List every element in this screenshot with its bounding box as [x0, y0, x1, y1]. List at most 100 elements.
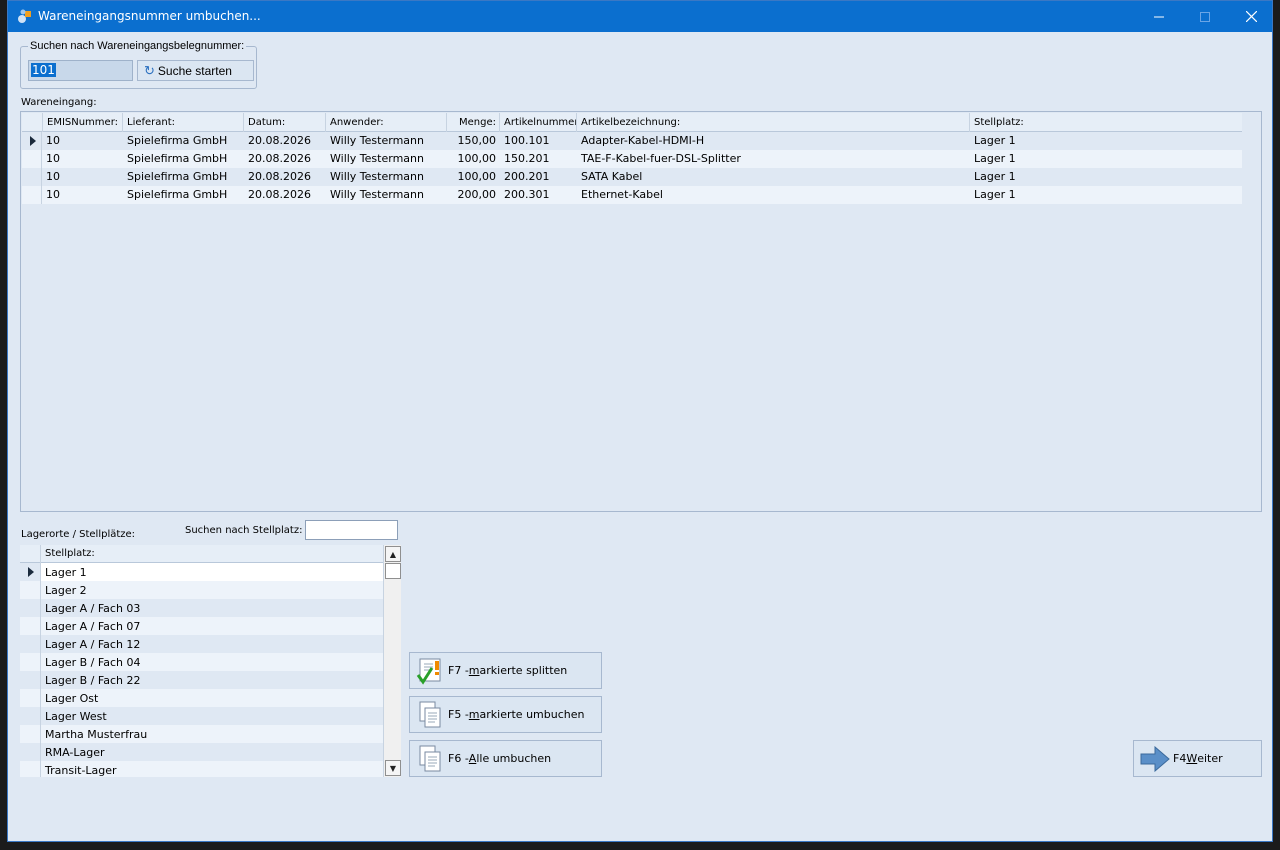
lagerorte-grid-header: Stellplatz:: [20, 545, 383, 563]
table-row[interactable]: 10 Spielefirma GmbH 20.08.2026 Willy Tes…: [22, 150, 1242, 168]
scroll-up-button[interactable]: ▲: [385, 546, 401, 562]
close-button[interactable]: [1228, 1, 1274, 32]
stellplatz-search-label: Suchen nach Stellplatz:: [185, 525, 303, 536]
scroll-thumb[interactable]: [385, 563, 401, 579]
header-indicator: [20, 545, 41, 563]
rebook-all-label: lle umbuchen: [476, 752, 552, 765]
list-item[interactable]: Lager B / Fach 04: [20, 653, 383, 671]
lagerorte-scrollbar[interactable]: ▲ ▼: [383, 545, 401, 777]
cell-stellplatz: Lager 1: [974, 152, 1016, 165]
cell-lieferant: Spielefirma GmbH: [127, 152, 228, 165]
cell-anwender: Willy Testermann: [330, 134, 424, 147]
cell-artikelnummer: 200.201: [504, 170, 550, 183]
row-indicator: [20, 617, 41, 635]
app-icon: [18, 9, 31, 23]
cell-stellplatz: Lager 1: [974, 170, 1016, 183]
search-group-legend: Suchen nach Wareneingangsbelegnummer:: [28, 40, 247, 52]
rebook-all-mnemonic: A: [468, 752, 477, 765]
list-item-label: Lager Ost: [45, 692, 99, 705]
cell-stellplatz: Lager 1: [974, 134, 1016, 147]
beleg-number-input[interactable]: 101: [28, 60, 133, 81]
row-pointer-icon: [28, 567, 34, 577]
row-indicator: [20, 725, 41, 743]
list-item-label: Lager 1: [41, 563, 383, 581]
split-marked-prefix: F7 -: [448, 664, 469, 677]
header-lieferant[interactable]: Lieferant:: [123, 113, 244, 132]
list-item-label: Lager 2: [45, 584, 87, 597]
cell-menge: 100,00: [457, 152, 497, 165]
list-item[interactable]: Lager 2: [20, 581, 383, 599]
row-indicator: [20, 689, 41, 707]
list-item[interactable]: Lager 1: [20, 563, 383, 581]
cell-artikelbezeichnung: Adapter-Kabel-HDMI-H: [581, 134, 705, 147]
list-item[interactable]: Lager A / Fach 07: [20, 617, 383, 635]
header-stellplatz[interactable]: Stellplatz:: [41, 545, 383, 563]
rebook-all-prefix: F6 -: [448, 752, 469, 765]
row-indicator: [22, 168, 42, 186]
header-stellplatz[interactable]: Stellplatz:: [970, 113, 1242, 132]
title-bar[interactable]: Wareneingangsnummer umbuchen...: [8, 1, 1272, 32]
list-item[interactable]: Lager A / Fach 12: [20, 635, 383, 653]
list-item-label: Lager A / Fach 03: [45, 602, 141, 615]
window-title: Wareneingangsnummer umbuchen...: [38, 9, 261, 23]
header-artikelnummer[interactable]: Artikelnummer: [500, 113, 577, 132]
lagerorte-grid[interactable]: Stellplatz: Lager 1 Lager 2 Lager A / Fa…: [20, 545, 401, 777]
table-row[interactable]: 10 Spielefirma GmbH 20.08.2026 Willy Tes…: [22, 132, 1242, 150]
minimize-button[interactable]: [1136, 1, 1182, 32]
cell-lieferant: Spielefirma GmbH: [127, 134, 228, 147]
row-indicator: [22, 186, 42, 204]
list-item[interactable]: Lager B / Fach 22: [20, 671, 383, 689]
list-item-label: Lager A / Fach 07: [45, 620, 141, 633]
row-indicator: [20, 743, 41, 761]
row-indicator: [20, 761, 41, 777]
header-anwender[interactable]: Anwender:: [326, 113, 447, 132]
search-start-label: Suche starten: [157, 63, 232, 78]
cell-anwender: Willy Testermann: [330, 170, 424, 183]
wareneingang-grid[interactable]: EMISNummer: Lieferant: Datum: Anwender: …: [20, 111, 1262, 512]
header-menge[interactable]: Menge:: [447, 113, 500, 132]
cell-menge: 200,00: [457, 188, 497, 201]
list-item-label: Lager B / Fach 22: [45, 674, 141, 687]
beleg-number-value: 101: [31, 63, 56, 77]
row-indicator: [22, 150, 42, 168]
list-item[interactable]: Martha Musterfrau: [20, 725, 383, 743]
cell-menge: 100,00: [457, 170, 497, 183]
rebook-all-button[interactable]: F6 - Alle umbuchen: [409, 740, 602, 777]
next-button[interactable]: F4 Weiter: [1133, 740, 1262, 777]
scroll-down-button[interactable]: ▼: [385, 760, 401, 776]
documents-icon: [419, 745, 441, 771]
list-item[interactable]: Lager West: [20, 707, 383, 725]
header-datum[interactable]: Datum:: [244, 113, 326, 132]
documents-icon: [419, 701, 441, 727]
rebook-marked-button[interactable]: F5 - m arkierte umbuchen: [409, 696, 602, 733]
search-start-button[interactable]: ↻ Suche starten: [137, 60, 254, 81]
split-marked-mnemonic: m: [468, 664, 480, 677]
list-item[interactable]: Transit-Lager: [20, 761, 383, 777]
cell-stellplatz: Lager 1: [974, 188, 1016, 201]
refresh-icon: ↻: [144, 62, 155, 78]
wareneingang-label: Wareneingang:: [21, 97, 97, 108]
stellplatz-search-input[interactable]: [305, 520, 398, 540]
list-item[interactable]: Lager Ost: [20, 689, 383, 707]
list-item-label: Lager West: [45, 710, 107, 723]
arrow-right-icon: [1140, 745, 1170, 772]
list-item[interactable]: RMA-Lager: [20, 743, 383, 761]
cell-menge: 150,00: [457, 134, 497, 147]
next-mnemonic: W: [1186, 752, 1198, 765]
row-indicator: [20, 671, 41, 689]
maximize-button[interactable]: [1182, 1, 1228, 32]
cell-lieferant: Spielefirma GmbH: [127, 188, 228, 201]
cell-artikelbezeichnung: Ethernet-Kabel: [581, 188, 663, 201]
split-marked-button[interactable]: F7 - m arkierte splitten: [409, 652, 602, 689]
cell-anwender: Willy Testermann: [330, 152, 424, 165]
rebook-marked-mnemonic: m: [468, 708, 480, 721]
rebook-marked-prefix: F5 -: [448, 708, 469, 721]
table-row[interactable]: 10 Spielefirma GmbH 20.08.2026 Willy Tes…: [22, 168, 1242, 186]
header-emisnummer[interactable]: EMISNummer:: [43, 113, 123, 132]
split-marked-label: arkierte splitten: [479, 664, 568, 677]
table-row[interactable]: 10 Spielefirma GmbH 20.08.2026 Willy Tes…: [22, 186, 1242, 204]
header-artikelbezeichnung[interactable]: Artikelbezeichnung:: [577, 113, 970, 132]
next-label: eiter: [1197, 752, 1223, 765]
list-item[interactable]: Lager A / Fach 03: [20, 599, 383, 617]
row-indicator: [20, 563, 41, 581]
